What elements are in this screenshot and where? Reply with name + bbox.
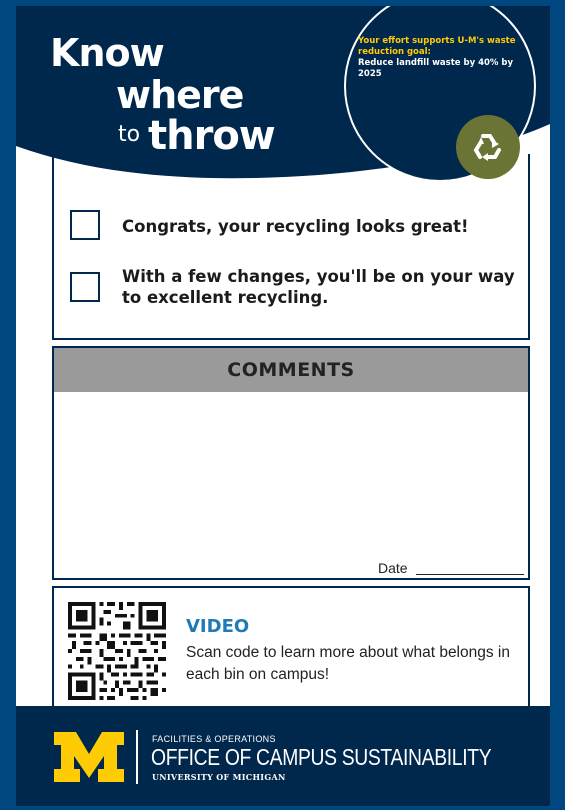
- block-m-logo: [54, 732, 124, 782]
- option-few-changes: With a few changes, you'll be on your wa…: [122, 267, 515, 307]
- footer-office: OFFICE OF CAMPUS SUSTAINABILITY: [151, 744, 492, 770]
- goal-intro: Your effort supports U-M's waste reducti…: [358, 36, 516, 57]
- checkbox-few-changes[interactable]: [70, 272, 100, 302]
- checkbox-looks-great[interactable]: [70, 210, 100, 240]
- comments-writing-area[interactable]: [54, 392, 528, 552]
- option-looks-great: Congrats, your recycling looks great!: [122, 217, 469, 236]
- qr-code-icon[interactable]: [68, 602, 166, 700]
- date-line[interactable]: [416, 574, 524, 575]
- comments-section: COMMENTS Date: [52, 346, 530, 580]
- footer-division: FACILITIES & OPERATIONS: [152, 734, 276, 744]
- title-know: Know: [50, 31, 165, 75]
- goal-detail: Reduce landfill waste by 40% by 2025: [358, 58, 514, 79]
- footer-university: UNIVERSITY OF MICHIGAN: [152, 772, 286, 782]
- title-to: to: [118, 122, 141, 147]
- comments-heading: COMMENTS: [227, 359, 355, 381]
- date-label: Date: [378, 560, 408, 576]
- footer-divider: [136, 730, 138, 784]
- title-throw: throw: [148, 113, 276, 159]
- checklist-section: Congrats, your recycling looks great! Wi…: [52, 154, 530, 340]
- video-section: VIDEO Scan code to learn more about what…: [52, 586, 530, 706]
- video-description: Scan code to learn more about what belon…: [186, 644, 510, 683]
- flyer-card: Know where to throw Your effort supports…: [16, 6, 550, 806]
- footer: FACILITIES & OPERATIONS OFFICE OF CAMPUS…: [16, 706, 550, 806]
- video-title: VIDEO: [186, 616, 250, 637]
- goal-text: Your effort supports U-M's waste reducti…: [358, 36, 538, 80]
- comments-header: COMMENTS: [54, 348, 528, 392]
- title-where: where: [116, 73, 244, 117]
